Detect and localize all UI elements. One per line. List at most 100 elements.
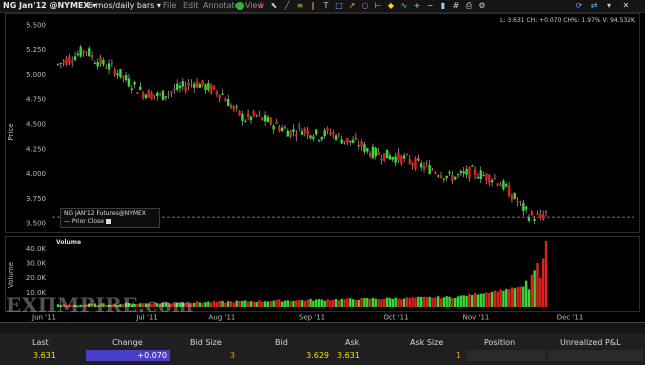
candle-body bbox=[343, 140, 346, 143]
candle-body bbox=[192, 83, 196, 88]
candle-body bbox=[96, 62, 99, 67]
volume-bar bbox=[235, 300, 238, 307]
grid-icon[interactable]: # bbox=[452, 2, 460, 10]
candle-body bbox=[139, 86, 142, 90]
volume-bar bbox=[337, 300, 341, 307]
volume-bar bbox=[201, 302, 204, 307]
close-icon[interactable]: ✕ bbox=[622, 2, 630, 10]
candle-body bbox=[82, 50, 85, 54]
candle-body bbox=[161, 90, 165, 101]
volume-bar bbox=[221, 300, 224, 307]
quote-panel: Last Change Bid Size Bid Ask Ask Size Po… bbox=[0, 322, 645, 365]
last-value: 3.631 bbox=[33, 351, 56, 360]
candle-body bbox=[473, 169, 477, 176]
volume-bar bbox=[366, 298, 369, 307]
volume-bar bbox=[422, 296, 426, 307]
volume-bar bbox=[269, 301, 272, 307]
candle-body bbox=[292, 129, 295, 132]
volume-bar bbox=[286, 300, 290, 307]
candle-body bbox=[102, 59, 105, 65]
zoom-in-icon[interactable]: + bbox=[413, 2, 421, 10]
candle-body bbox=[360, 141, 363, 147]
volume-bar bbox=[456, 296, 460, 307]
volume-bar bbox=[229, 301, 233, 307]
ruler-icon[interactable]: ⊢ bbox=[374, 2, 382, 10]
candle-body bbox=[167, 93, 170, 95]
volume-bar bbox=[249, 301, 253, 307]
volume-bar bbox=[388, 298, 392, 307]
volume-bar bbox=[232, 302, 236, 307]
candle-body bbox=[269, 118, 272, 125]
candle-body bbox=[493, 177, 497, 179]
menu-annotate[interactable]: Annotate bbox=[203, 1, 240, 11]
candle-body bbox=[93, 62, 97, 64]
settings-icon[interactable]: ⚙ bbox=[478, 2, 486, 10]
candle-body bbox=[258, 113, 261, 115]
volume-bar bbox=[465, 295, 468, 307]
candle-body bbox=[402, 155, 406, 159]
candle-body bbox=[306, 130, 309, 136]
trendline-icon[interactable]: ╱ bbox=[283, 2, 291, 10]
candle-body bbox=[215, 91, 219, 95]
connection-status-icon bbox=[236, 2, 244, 10]
candle-body bbox=[499, 184, 502, 187]
candle-body bbox=[425, 163, 429, 165]
candle-body bbox=[451, 175, 454, 182]
candle-body bbox=[195, 81, 199, 88]
candle-body bbox=[124, 75, 128, 80]
refresh-icon[interactable]: ⟳ bbox=[575, 2, 583, 10]
indicator-icon[interactable]: ∿ bbox=[400, 2, 408, 10]
candle-body bbox=[394, 156, 397, 163]
crosshair-icon[interactable]: ✛ bbox=[257, 2, 265, 10]
menu-file[interactable]: File bbox=[163, 1, 176, 11]
period-selector[interactable]: 6 mos/daily bars ▾ bbox=[88, 1, 161, 11]
arrow-tool-icon[interactable]: ↗ bbox=[348, 2, 356, 10]
alert-icon[interactable]: ◆ bbox=[387, 2, 395, 10]
candle-body bbox=[246, 113, 250, 117]
volume-bar bbox=[519, 286, 522, 307]
candle-body bbox=[263, 115, 267, 122]
circle-tool-icon[interactable]: ○ bbox=[361, 2, 369, 10]
candle-body bbox=[110, 63, 114, 65]
prior-close-checkbox[interactable] bbox=[105, 219, 111, 224]
volume-bar bbox=[541, 258, 545, 307]
candle-body bbox=[332, 132, 335, 135]
price-tick-label: 3.500 bbox=[26, 220, 46, 228]
shape-tool-icon[interactable]: □ bbox=[335, 2, 343, 10]
volume-bar bbox=[414, 297, 417, 307]
fibonacci-icon[interactable]: ≡ bbox=[296, 2, 304, 10]
zoom-out-icon[interactable]: − bbox=[426, 2, 434, 10]
price-chart[interactable]: Price 5.500 5.250 5.000 4.750 4.500 4.250 4.000… bbox=[6, 14, 639, 232]
bar-style-icon[interactable]: ▮ bbox=[439, 2, 447, 10]
cursor-icon[interactable]: ⬉ bbox=[270, 2, 278, 10]
candle-body bbox=[141, 92, 145, 98]
candle-body bbox=[539, 213, 542, 219]
volume-bar bbox=[505, 288, 508, 307]
candle-body bbox=[471, 165, 474, 167]
time-tick-label: Nov '11 bbox=[463, 314, 490, 322]
dropdown-icon[interactable]: ▾ bbox=[605, 2, 613, 10]
header-ask: Ask bbox=[345, 338, 360, 347]
candle-body bbox=[456, 174, 460, 176]
print-icon[interactable]: ⎙ bbox=[465, 2, 473, 10]
candle-body bbox=[238, 110, 241, 116]
link-icon[interactable]: ⇄ bbox=[590, 2, 598, 10]
volume-bar bbox=[462, 295, 465, 307]
channel-icon[interactable]: ∥ bbox=[309, 2, 317, 10]
candle-body bbox=[65, 58, 68, 66]
symbol-selector[interactable]: NG Jan'12 @NYMEX ▾ bbox=[3, 1, 96, 11]
candle-body bbox=[272, 125, 275, 130]
volume-bar bbox=[524, 280, 528, 307]
candle-body bbox=[229, 104, 233, 109]
bid-value: 3.629 bbox=[306, 351, 329, 360]
candle-body bbox=[136, 92, 139, 94]
candle-body bbox=[400, 155, 403, 164]
candle-body bbox=[516, 201, 519, 203]
candle-body bbox=[283, 127, 287, 129]
candle-body bbox=[465, 169, 468, 175]
text-tool-icon[interactable]: T bbox=[322, 2, 330, 10]
candle-body bbox=[68, 56, 71, 63]
prior-close-legend[interactable]: — Prior Close bbox=[64, 218, 156, 226]
menu-edit[interactable]: Edit bbox=[183, 1, 199, 11]
candle-body bbox=[116, 73, 119, 76]
